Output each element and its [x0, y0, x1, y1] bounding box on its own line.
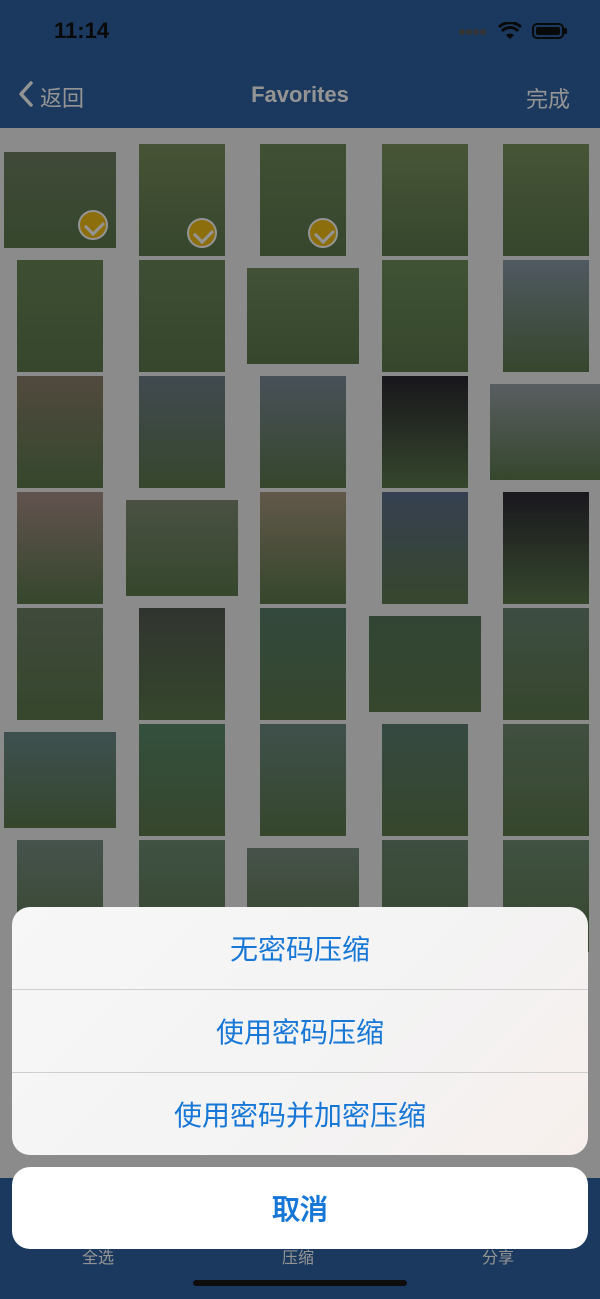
compress-password-encrypt-option[interactable]: 使用密码并加密压缩: [12, 1073, 588, 1155]
action-sheet: 无密码压缩 使用密码压缩 使用密码并加密压缩: [12, 907, 588, 1155]
compress-no-password-option[interactable]: 无密码压缩: [12, 907, 588, 989]
cancel-button[interactable]: 取消: [12, 1167, 588, 1249]
home-indicator: [193, 1280, 407, 1286]
compress-with-password-option[interactable]: 使用密码压缩: [12, 990, 588, 1072]
